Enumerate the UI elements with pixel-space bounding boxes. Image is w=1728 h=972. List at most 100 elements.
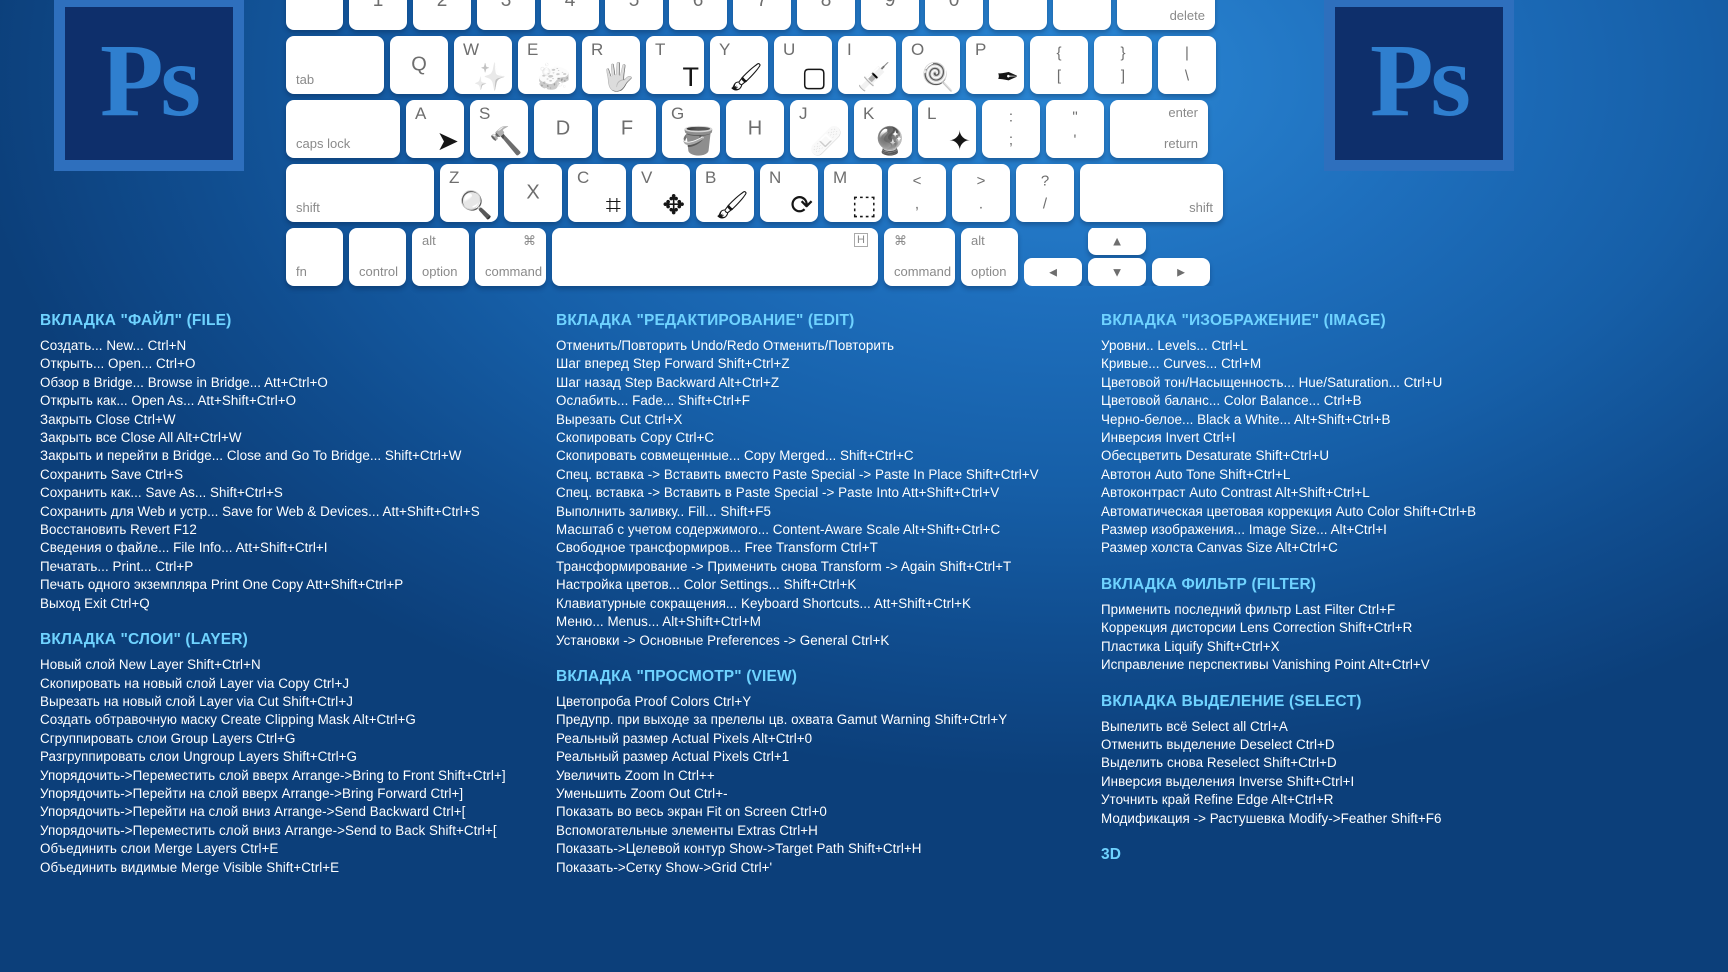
key-2[interactable]: 2 [413,0,471,30]
key-e-eraser[interactable]: E 🧽 [518,36,576,94]
key-arrow-down[interactable]: ▼ [1088,258,1146,286]
key-esc[interactable] [286,0,343,30]
key-quote[interactable]: " ' [1046,100,1104,158]
key-option-left[interactable]: alt option [412,228,469,286]
key-n-notes[interactable]: N ⟳ [760,164,818,222]
key-fn[interactable]: fn [286,228,343,286]
key-label: H [747,117,763,140]
key-label: 2 [436,0,448,11]
key-period[interactable]: >. [952,164,1010,222]
shortcut-row: Цветовой тон/Насыщенность... Hue/Saturat… [1101,374,1443,390]
key-w-magic-wand[interactable]: W ✨ [454,36,512,94]
key-r-hand[interactable]: R 🖐 [582,36,640,94]
key-1[interactable]: 1 [349,0,407,30]
shortcut-row: Автотон Auto Tone Shift+Ctrl+L [1101,466,1291,482]
column-file: ВКЛАДКА "ФАЙЛ" (FILE) Создать... New... C… [40,312,555,877]
key-comma[interactable]: <, [888,164,946,222]
key-shift-right[interactable]: shift [1080,164,1223,222]
section-title: ВКЛАДКА ВЫДЕЛЕНИЕ (SELECT) [1101,692,1362,710]
key-option-right[interactable]: alt option [961,228,1018,286]
key-bracket-right[interactable]: }] [1094,36,1152,94]
key-x[interactable]: X [504,164,562,222]
key-label-enter: enter [1168,105,1198,120]
key-3[interactable]: 3 [477,0,535,30]
shortcut-row: Скопировать Copy Ctrl+C [556,430,715,446]
key-control[interactable]: control [349,228,406,286]
type-tool-icon: T [682,62,700,92]
key-label: M [833,168,848,187]
key-label: B [705,168,717,187]
shortcut-row: Цветопроба Proof Colors Ctrl+Y [556,693,752,709]
key-caps-lock[interactable]: caps lock [286,100,400,158]
key-space[interactable]: H [552,228,878,286]
key-z-zoom[interactable]: Z 🔍 [440,164,498,222]
key-backslash[interactable]: | \ [1158,36,1216,94]
shortcut-row: Инверсия Invert Ctrl+I [1101,430,1236,446]
key-y-history-brush[interactable]: Y 🖌 [710,36,768,94]
key-bracket-left[interactable]: {[ [1030,36,1088,94]
shortcut-row: Размер холста Canvas Size Alt+Ctrl+C [1101,540,1338,556]
key-command-left[interactable]: ⌘ command [475,228,546,286]
key-slash[interactable]: ? / [1016,164,1074,222]
key-minus[interactable] [989,0,1047,30]
key-5[interactable]: 5 [605,0,663,30]
key-arrow-left[interactable]: ◄ [1024,258,1082,286]
key-b-brush[interactable]: B 🖌 [696,164,754,222]
shortcut-row: Ослабить... Fade... Shift+Ctrl+F [556,393,750,409]
key-l-lasso[interactable]: L ✦ [918,100,976,158]
key-i-eyedropper[interactable]: I 💉 [838,36,896,94]
key-t-type[interactable]: TT [646,36,704,94]
key-arrow-right[interactable]: ► [1152,258,1210,286]
key-8[interactable]: 8 [797,0,855,30]
key-label: 3 [500,0,512,11]
key-arrow-up[interactable]: ▲ [1088,228,1146,255]
key-a-path-select[interactable]: A ➤ [406,100,464,158]
key-label: caps lock [296,136,351,151]
key-equals[interactable] [1053,0,1111,30]
key-j-healing[interactable]: J 🩹 [790,100,848,158]
photoshop-logo-left: Ps [54,0,244,171]
key-shift-left[interactable]: shift [286,164,434,222]
key-return[interactable]: enter return [1110,100,1208,158]
shortcut-row: Увеличить Zoom In Ctrl++ [556,767,715,783]
key-label: X [526,181,540,204]
key-p-pen[interactable]: P ✒ [966,36,1024,94]
key-label: 8 [820,0,832,11]
arrow-left-icon: ◄ [1046,264,1060,280]
key-delete[interactable]: delete [1117,0,1215,30]
shortcut-row: Восстановить Revert F12 [40,522,197,538]
key-9[interactable]: 9 [861,0,919,30]
shortcut-row: Отменить выделение Deselect Ctrl+D [1101,736,1335,752]
key-label: E [527,40,539,59]
key-v-move[interactable]: V ✥ [632,164,690,222]
key-4[interactable]: 4 [541,0,599,30]
key-h[interactable]: H [726,100,784,158]
key-o-dodge[interactable]: O 🍭 [902,36,960,94]
key-0[interactable]: 0 [925,0,983,30]
key-m-marquee[interactable]: M ⬚ [824,164,882,222]
key-k-3d[interactable]: K 🔮 [854,100,912,158]
key-6[interactable]: 6 [669,0,727,30]
key-u-shape[interactable]: U ▢ [774,36,832,94]
key-c-crop[interactable]: C ⌗ [568,164,626,222]
key-label: K [863,104,875,123]
key-s-stamp[interactable]: S 🔨 [470,100,528,158]
shortcut-row: Масштаб с учетом содержимого... Content-… [556,522,1001,538]
photoshop-logo-right: Ps [1324,0,1514,171]
key-label: " ' [1072,108,1078,149]
key-7[interactable]: 7 [733,0,791,30]
key-tab[interactable]: tab [286,36,384,94]
shortcut-row: Новый слой New Layer Shift+Ctrl+N [40,657,261,673]
key-semicolon[interactable]: :; [982,100,1040,158]
keyboard-row: tab Q W ✨ E 🧽 R 🖐 T T Y 🖌 U ▢ I 💉 O 🍭 P ✒{[}] | \ [286,36,1286,94]
shortcut-row: Упорядочить->Переместить слой вверх Arra… [40,767,506,783]
key-d[interactable]: D [534,100,592,158]
key-command-right[interactable]: ⌘ command [884,228,955,286]
shortcut-row: Упорядочить->Переместить слой вниз Arran… [40,822,497,838]
key-g-gradient[interactable]: G 🪣 [662,100,720,158]
hand-icon: 🖐 [601,62,635,92]
shortcut-row: Шаг вперед Step Forward Shift+Ctrl+Z [556,356,790,372]
key-q[interactable]: Q [390,36,448,94]
key-f[interactable]: F [598,100,656,158]
shortcut-row: Скопировать на новый слой Layer via Copy… [40,675,350,691]
